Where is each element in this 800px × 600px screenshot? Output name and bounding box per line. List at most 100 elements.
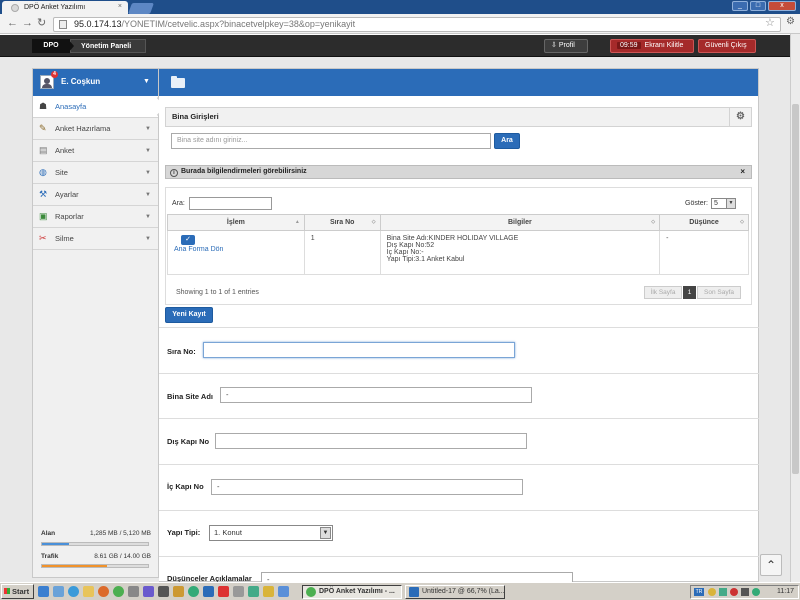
ic-kapi-field[interactable]: - — [211, 479, 523, 495]
sidebar-item-anket[interactable]: ▤ Anket ▼ — [33, 140, 158, 162]
column-header-sira-no[interactable]: Sıra No ◇ — [303, 214, 381, 231]
logout-button[interactable]: Güvenli Çıkış — [698, 39, 756, 53]
quicklaunch-desktop-icon[interactable] — [53, 586, 64, 597]
section-title: Bina Girişleri — [172, 112, 219, 121]
gear-icon[interactable]: ⚙ — [729, 108, 751, 126]
lock-screen-button[interactable]: 09:59 Ekranı Kilitle — [610, 39, 694, 53]
tray-warning-icon[interactable] — [708, 588, 716, 596]
traffic-quota: Trafik 8.61 GB / 14.00 GB — [41, 553, 151, 560]
browser-tab-title: DPÖ Anket Yazılımı — [24, 4, 86, 11]
chevron-down-icon[interactable]: ▼ — [143, 78, 150, 85]
page-scrollbar[interactable] — [790, 34, 800, 582]
user-menu[interactable]: 4 E. Coşkun ▼ — [33, 69, 158, 96]
select-check-button[interactable]: ✓ — [181, 235, 195, 245]
sidebar-item-anket-hazirlama[interactable]: ✎ Anket Hazırlama ▼ — [33, 118, 158, 140]
column-header-label: İşlem — [226, 219, 245, 226]
quicklaunch-calc-icon[interactable] — [233, 586, 244, 597]
quicklaunch-browser-icon[interactable] — [68, 586, 79, 597]
url-field[interactable]: 95.0.174.13/YONETIM/cetvelic.aspx?binace… — [53, 17, 781, 32]
quicklaunch-firefox-icon[interactable] — [98, 586, 109, 597]
reload-icon[interactable]: ↻ — [37, 18, 46, 29]
column-header-islem[interactable]: İşlem ▲ — [167, 214, 305, 231]
table-filter-input[interactable] — [189, 197, 272, 210]
quicklaunch-pdf-icon[interactable] — [218, 586, 229, 597]
start-button[interactable]: Start — [1, 584, 34, 599]
quicklaunch-folder-icon[interactable] — [83, 586, 94, 597]
bina-site-field[interactable]: - — [220, 387, 532, 403]
info-bar: i Burada bilgilendirmeleri görebilirsiniz… — [165, 165, 752, 179]
quicklaunch-ps-icon[interactable] — [203, 586, 214, 597]
quicklaunch-word-icon[interactable] — [278, 586, 289, 597]
breadcrumb-panel[interactable]: Yönetim Paneli — [70, 39, 146, 53]
tray-network-icon[interactable] — [719, 588, 727, 596]
column-header-label: Bilgiler — [508, 219, 532, 226]
browser-tab[interactable]: DPÖ Anket Yazılımı × — [2, 1, 128, 14]
sidebar-item-raporlar[interactable]: ▣ Raporlar ▼ — [33, 206, 158, 228]
tab-close-icon[interactable]: × — [118, 3, 122, 10]
quicklaunch-tool-icon[interactable] — [173, 586, 184, 597]
settings-icon: ⚒ — [39, 189, 48, 199]
sort-icon: ▲ — [294, 219, 300, 225]
sidebar-item-site[interactable]: ◍ Site ▼ — [33, 162, 158, 184]
chevron-down-icon: ▼ — [145, 214, 151, 220]
window-minimize-button[interactable]: _ — [732, 1, 748, 11]
window-close-button[interactable]: x — [768, 1, 796, 11]
notification-badge[interactable]: 4 — [51, 71, 58, 78]
table-row: ✓ Ana Forma Dön 1 Bina Site Adı:KINDER H… — [167, 230, 749, 275]
tray-chat-icon[interactable] — [752, 588, 760, 596]
yapi-tipi-value: 1. Konut — [214, 528, 242, 537]
quicklaunch-media-icon[interactable] — [158, 586, 169, 597]
breadcrumb-home[interactable]: DPO — [32, 39, 70, 53]
bookmark-star-icon[interactable]: ☆ — [765, 16, 775, 29]
back-arrow-icon[interactable]: ← — [7, 18, 18, 29]
wrench-icon[interactable]: ⚙ — [786, 16, 795, 27]
action-cell: ✓ Ana Forma Dön — [167, 230, 305, 275]
tray-antivirus-icon[interactable] — [730, 588, 738, 596]
page-size-select[interactable]: 5 ▼ — [711, 198, 736, 209]
taskbar-item-photoshop[interactable]: Untitled-17 @ 66,7% (La... — [405, 585, 505, 599]
sira-no-cell: 1 — [303, 230, 381, 275]
dis-kapi-field[interactable] — [215, 433, 527, 449]
quicklaunch-window-icon[interactable] — [128, 586, 139, 597]
last-page-button[interactable]: Son Sayfa — [697, 286, 741, 299]
back-to-form-link[interactable]: Ana Forma Dön — [174, 246, 298, 253]
sira-no-field[interactable] — [203, 342, 515, 358]
language-indicator[interactable]: TR — [694, 588, 704, 596]
globe-icon: ◍ — [39, 167, 47, 177]
quicklaunch-ie-icon[interactable] — [38, 586, 49, 597]
quicklaunch-app-icon[interactable] — [143, 586, 154, 597]
column-header-bilgiler[interactable]: Bilgiler ◇ — [379, 214, 661, 231]
bina-search-input[interactable]: Bina site adını giriniz... — [171, 133, 491, 149]
first-page-button[interactable]: İlk Sayfa — [644, 286, 682, 299]
quicklaunch-notes-icon[interactable] — [263, 586, 274, 597]
quicklaunch-chrome-icon[interactable] — [113, 586, 124, 597]
search-button[interactable]: Ara — [494, 133, 520, 149]
window-maximize-button[interactable]: □ — [750, 1, 766, 11]
quicklaunch-chat-icon[interactable] — [188, 586, 199, 597]
sidebar-item-silme[interactable]: ✂ Silme ▼ — [33, 228, 158, 250]
column-header-dusunce[interactable]: Düşünce ◇ — [659, 214, 749, 231]
dusunce-cell: - — [659, 230, 749, 275]
current-page-button[interactable]: 1 — [683, 286, 696, 299]
quicklaunch-excel-icon[interactable] — [248, 586, 259, 597]
sort-icon: ◇ — [371, 219, 376, 225]
profile-button[interactable]: ⇩ Profil — [544, 39, 588, 53]
traffic-progress-bar — [41, 564, 149, 568]
divider — [159, 556, 759, 557]
tray-volume-icon[interactable] — [741, 588, 749, 596]
dis-kapi-label: Dış Kapı No — [167, 437, 210, 446]
scrollbar-thumb[interactable] — [792, 104, 799, 474]
new-record-button[interactable]: Yeni Kayıt — [165, 307, 213, 323]
divider — [159, 510, 759, 511]
sidebar-item-ayarlar[interactable]: ⚒ Ayarlar ▼ — [33, 184, 158, 206]
bina-site-label: Bina Site Adı — [167, 392, 213, 401]
taskbar-item-browser[interactable]: DPÖ Anket Yazılımı - ... — [302, 585, 402, 599]
sidebar-item-anasayfa[interactable]: ☗ Anasayfa — [33, 96, 158, 118]
sidebar: 4 E. Coşkun ▼ ☗ Anasayfa ✎ Anket Hazırla… — [32, 68, 159, 578]
close-icon[interactable]: × — [740, 166, 745, 178]
sidebar-item-label: Anket Hazırlama — [55, 124, 111, 133]
scroll-to-top-button[interactable]: ⌃ — [760, 554, 782, 576]
forward-arrow-icon[interactable]: → — [22, 18, 33, 29]
yapi-tipi-select[interactable]: 1. Konut ▼ — [209, 525, 333, 541]
new-tab-button[interactable] — [127, 3, 155, 14]
